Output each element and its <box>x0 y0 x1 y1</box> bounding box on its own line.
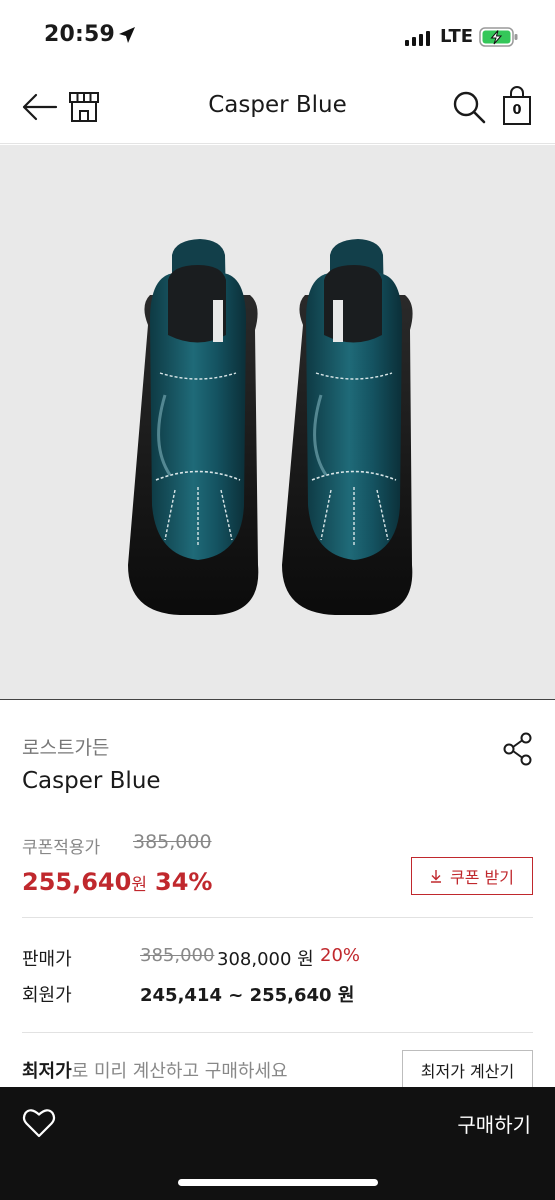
status-bar: 20:59 LTE <box>0 0 555 72</box>
sale-discount-rate: 20% <box>320 945 361 966</box>
share-icon[interactable] <box>502 732 534 766</box>
right-boot <box>282 239 413 615</box>
navigation-bar: Casper Blue 0 <box>0 72 555 144</box>
cart-button[interactable]: 0 <box>500 86 534 126</box>
heart-icon[interactable] <box>22 1107 56 1139</box>
get-coupon-button[interactable]: 쿠폰 받기 <box>411 857 533 895</box>
cellular-signal-icon <box>405 30 431 46</box>
buy-button[interactable]: 구매하기 <box>457 1109 531 1138</box>
coupon-price-label: 쿠폰적용가 <box>22 838 101 858</box>
divider <box>22 917 533 918</box>
lowest-price-prompt: 최저가로 미리 계산하고 구매하세요 <box>22 1057 288 1083</box>
coupon-price-unit: 원 <box>131 875 147 895</box>
member-price-label: 회원가 <box>22 985 72 1006</box>
get-coupon-label: 쿠폰 받기 <box>450 868 514 887</box>
left-boot <box>128 239 259 615</box>
battery-icon <box>479 27 518 47</box>
sale-original-price: 385,000 <box>140 945 215 966</box>
coupon-original-price: 385,000 <box>133 831 212 853</box>
status-time: 20:59 <box>44 22 116 47</box>
boots-photo <box>128 239 413 615</box>
download-arrow-icon <box>431 870 442 883</box>
coupon-price: 255,640원 <box>22 868 147 896</box>
home-indicator[interactable] <box>178 1179 378 1186</box>
sale-price-label: 판매가 <box>22 949 72 970</box>
product-image[interactable] <box>0 145 555 700</box>
lowest-price-calculator-button[interactable]: 최저가 계산기 <box>402 1050 533 1090</box>
product-name: Casper Blue <box>22 768 161 794</box>
lowest-price-text: 로 미리 계산하고 구매하세요 <box>71 1061 288 1082</box>
search-icon[interactable] <box>452 90 486 124</box>
coupon-discount-rate: 34% <box>155 868 213 896</box>
brand-name[interactable]: 로스트가든 <box>22 733 109 760</box>
cart-count: 0 <box>512 103 522 118</box>
location-arrow-icon <box>119 27 135 43</box>
sale-price: 308,000 원 <box>217 949 314 970</box>
coupon-price-value: 255,640 <box>22 868 132 896</box>
bottom-action-bar: 구매하기 <box>0 1087 555 1200</box>
divider <box>22 1032 533 1033</box>
lowest-price-bold: 최저가 <box>22 1061 72 1082</box>
member-price: 245,414 ~ 255,640 원 <box>140 985 355 1006</box>
network-type: LTE <box>440 26 474 47</box>
